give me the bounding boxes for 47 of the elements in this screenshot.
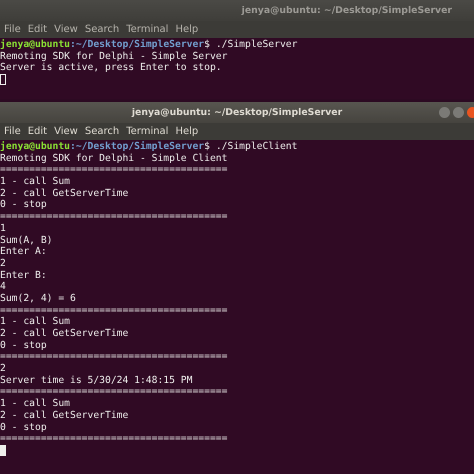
output-line: Remoting SDK for Delphi - Simple Client xyxy=(0,152,228,164)
output-line: 2 xyxy=(0,258,7,270)
output-line: Remoting SDK for Delphi - Simple Server xyxy=(0,50,228,62)
output-line: Server is active, press Enter to stop. xyxy=(0,62,223,74)
output-line: Enter B: xyxy=(0,270,48,282)
menu-item[interactable]: Help xyxy=(175,24,198,35)
menu-item[interactable]: View xyxy=(54,126,78,137)
menu-item[interactable]: File xyxy=(4,126,21,137)
output-line: 2 - call GetServerTime xyxy=(0,410,130,422)
menu-item[interactable]: Edit xyxy=(28,24,48,35)
terminal-cursor xyxy=(0,444,6,456)
output-line: ======================================= xyxy=(0,351,228,364)
prompt-line: jenya@ubuntu:~/Desktop/SimpleServer$ ./SimpleClient xyxy=(0,141,298,153)
output-line: 0 - stop xyxy=(0,199,48,212)
menu-item[interactable]: Terminal xyxy=(126,24,168,35)
output-line: 1 xyxy=(0,222,7,234)
output-line: Sum(A, B) xyxy=(0,234,54,246)
menu-item[interactable]: File xyxy=(4,24,21,35)
output-line: ======================================= xyxy=(0,304,228,316)
output-line: 1 - call Sum xyxy=(0,176,71,188)
output-line: 1 - call Sum xyxy=(0,316,71,328)
output-line: 4 xyxy=(0,281,7,293)
prompt-line: jenya@ubuntu:~/Desktop/SimpleServer$ ./SimpleServer xyxy=(0,39,298,51)
menu-item[interactable]: Terminal xyxy=(126,126,168,137)
terminal-cursor xyxy=(0,74,6,86)
menu-item[interactable]: Search xyxy=(84,24,120,35)
minimize-button[interactable] xyxy=(439,107,450,118)
output-line: ======================================= xyxy=(0,211,228,223)
output-line: 0 - stop xyxy=(0,340,48,352)
output-line: ======================================= xyxy=(0,164,228,176)
output-line: ======================================= xyxy=(0,386,228,398)
window-title: jenya@ubuntu: ~/Desktop/SimpleServer xyxy=(242,5,452,16)
output-line: Server time is 5/30/24 1:48:15 PM xyxy=(0,374,194,386)
output-line: 0 - stop xyxy=(0,422,48,434)
output-line: 2 - call GetServerTime xyxy=(0,188,130,200)
menu-item[interactable]: Search xyxy=(84,126,120,137)
menu-item[interactable]: Help xyxy=(175,126,198,137)
output-line: 1 - call Sum xyxy=(0,398,71,410)
maximize-button[interactable] xyxy=(453,107,464,118)
output-line: ======================================= xyxy=(0,433,228,445)
output-line: 2 xyxy=(0,363,7,375)
menu-item[interactable]: Edit xyxy=(28,126,48,137)
window-title: jenya@ubuntu: ~/Desktop/SimpleServer xyxy=(132,107,342,118)
output-line: Enter A: xyxy=(0,246,48,258)
menu-item[interactable]: View xyxy=(54,24,78,35)
output-line: 2 - call GetServerTime xyxy=(0,328,130,340)
output-line: Sum(2, 4) = 6 xyxy=(0,292,77,305)
